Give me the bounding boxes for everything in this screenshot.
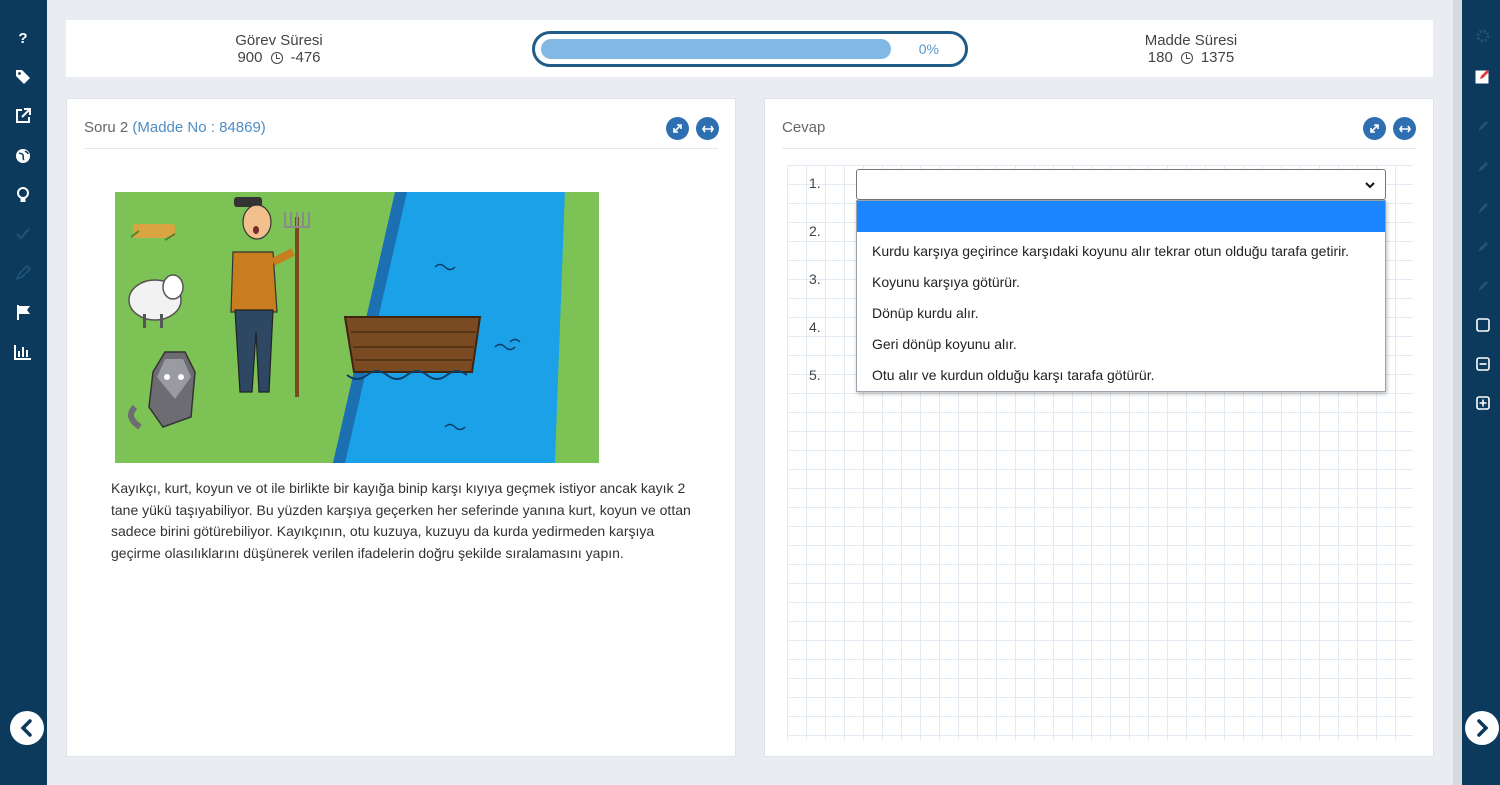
lightbulb-icon[interactable] [12, 184, 34, 206]
divider [782, 148, 1416, 149]
expand-icon [1370, 124, 1379, 133]
dropdown-option-empty[interactable] [857, 201, 1385, 232]
external-link-icon[interactable] [12, 105, 34, 127]
help-icon[interactable]: ? [12, 27, 34, 49]
answer-number-1: 1. [809, 175, 821, 191]
answer-number-2: 2. [809, 223, 821, 239]
flag-icon[interactable] [12, 301, 34, 323]
question-panel: Soru 2 (Madde No : 84869) Kayıkçı, kurt,… [66, 98, 736, 757]
dropdown-option[interactable]: Geri dönüp koyunu alır. [857, 329, 1385, 360]
dropdown-option[interactable]: Dönüp kurdu alır. [857, 298, 1385, 329]
square-icon[interactable] [1475, 317, 1491, 333]
question-illustration [115, 192, 599, 463]
progress-fill [541, 39, 891, 59]
answer-number-3: 3. [809, 271, 821, 287]
left-sidebar: ? [0, 0, 47, 785]
chevron-down-icon [1365, 182, 1375, 189]
scrollbar-track[interactable] [1453, 0, 1462, 785]
dropdown-option[interactable]: Kurdu karşıya geçirince karşıdaki koyunu… [857, 236, 1385, 267]
answer-number-5: 5. [809, 367, 821, 383]
progress-bar: 0% [532, 31, 968, 67]
check-icon [12, 223, 34, 245]
globe-icon[interactable] [12, 145, 34, 167]
chevron-left-icon [20, 719, 32, 737]
expand-icon [673, 124, 682, 133]
clock-icon [1180, 51, 1193, 64]
task-timer-label: Görev Süresi [235, 32, 323, 49]
widen-button[interactable] [1393, 117, 1416, 140]
chevron-right-icon [1477, 719, 1489, 737]
item-timer: Madde Süresi 180 1375 [1091, 32, 1291, 66]
widen-button[interactable] [696, 117, 719, 140]
expand-button[interactable] [666, 117, 689, 140]
dropdown-option[interactable]: Otu alır ve kurdun olduğu karşı tarafa g… [857, 360, 1385, 391]
plus-box-icon[interactable] [1475, 395, 1491, 411]
previous-button[interactable] [10, 711, 44, 745]
pencil-icon [1475, 239, 1491, 255]
clock-icon [270, 51, 283, 64]
question-number: Soru 2 [84, 119, 129, 136]
horizontal-arrows-icon [701, 125, 714, 132]
task-timer: Görev Süresi 900 -476 [179, 32, 379, 66]
item-timer-label: Madde Süresi [1144, 32, 1238, 49]
answer-select-1[interactable] [856, 169, 1386, 200]
item-number: (Madde No : 84869) [132, 119, 266, 136]
next-button[interactable] [1465, 711, 1499, 745]
expand-button[interactable] [1363, 117, 1386, 140]
minus-box-icon[interactable] [1475, 356, 1491, 372]
question-text: Kayıkçı, kurt, koyun ve ot ile birlikte … [111, 480, 691, 561]
task-timer-total: 900 [237, 49, 263, 66]
dropdown-list: Kurdu karşıya geçirince karşıdaki koyunu… [856, 200, 1386, 392]
answer-title: Cevap [782, 119, 826, 136]
answer-panel: Cevap 1. 2. 3. 4. 5. Kurdu karşıya geçir… [764, 98, 1434, 757]
tag-icon[interactable] [12, 66, 34, 88]
marker-icon [1475, 200, 1491, 216]
gear-icon [1475, 28, 1491, 44]
dropdown-option[interactable]: Koyunu karşıya götürür. [857, 267, 1385, 298]
pen-icon [1475, 118, 1491, 134]
bar-chart-icon[interactable] [12, 341, 34, 363]
right-sidebar [1462, 0, 1500, 785]
divider [84, 148, 718, 149]
edit-icon [12, 262, 34, 284]
horizontal-arrows-icon [1398, 125, 1411, 132]
pencil-box-icon[interactable] [1475, 68, 1491, 84]
brush-icon [1475, 159, 1491, 175]
timer-bar: Görev Süresi 900 -476 0% Madde Süresi 18… [66, 20, 1433, 77]
eraser-icon [1475, 278, 1491, 294]
item-timer-remaining: 1375 [1200, 49, 1235, 66]
answer-number-4: 4. [809, 319, 821, 335]
help-glyph: ? [18, 29, 28, 47]
item-timer-total: 180 [1147, 49, 1173, 66]
question-title: Soru 2 (Madde No : 84869) [84, 119, 266, 136]
progress-percent: 0% [918, 41, 939, 57]
task-timer-remaining: -476 [290, 49, 321, 66]
